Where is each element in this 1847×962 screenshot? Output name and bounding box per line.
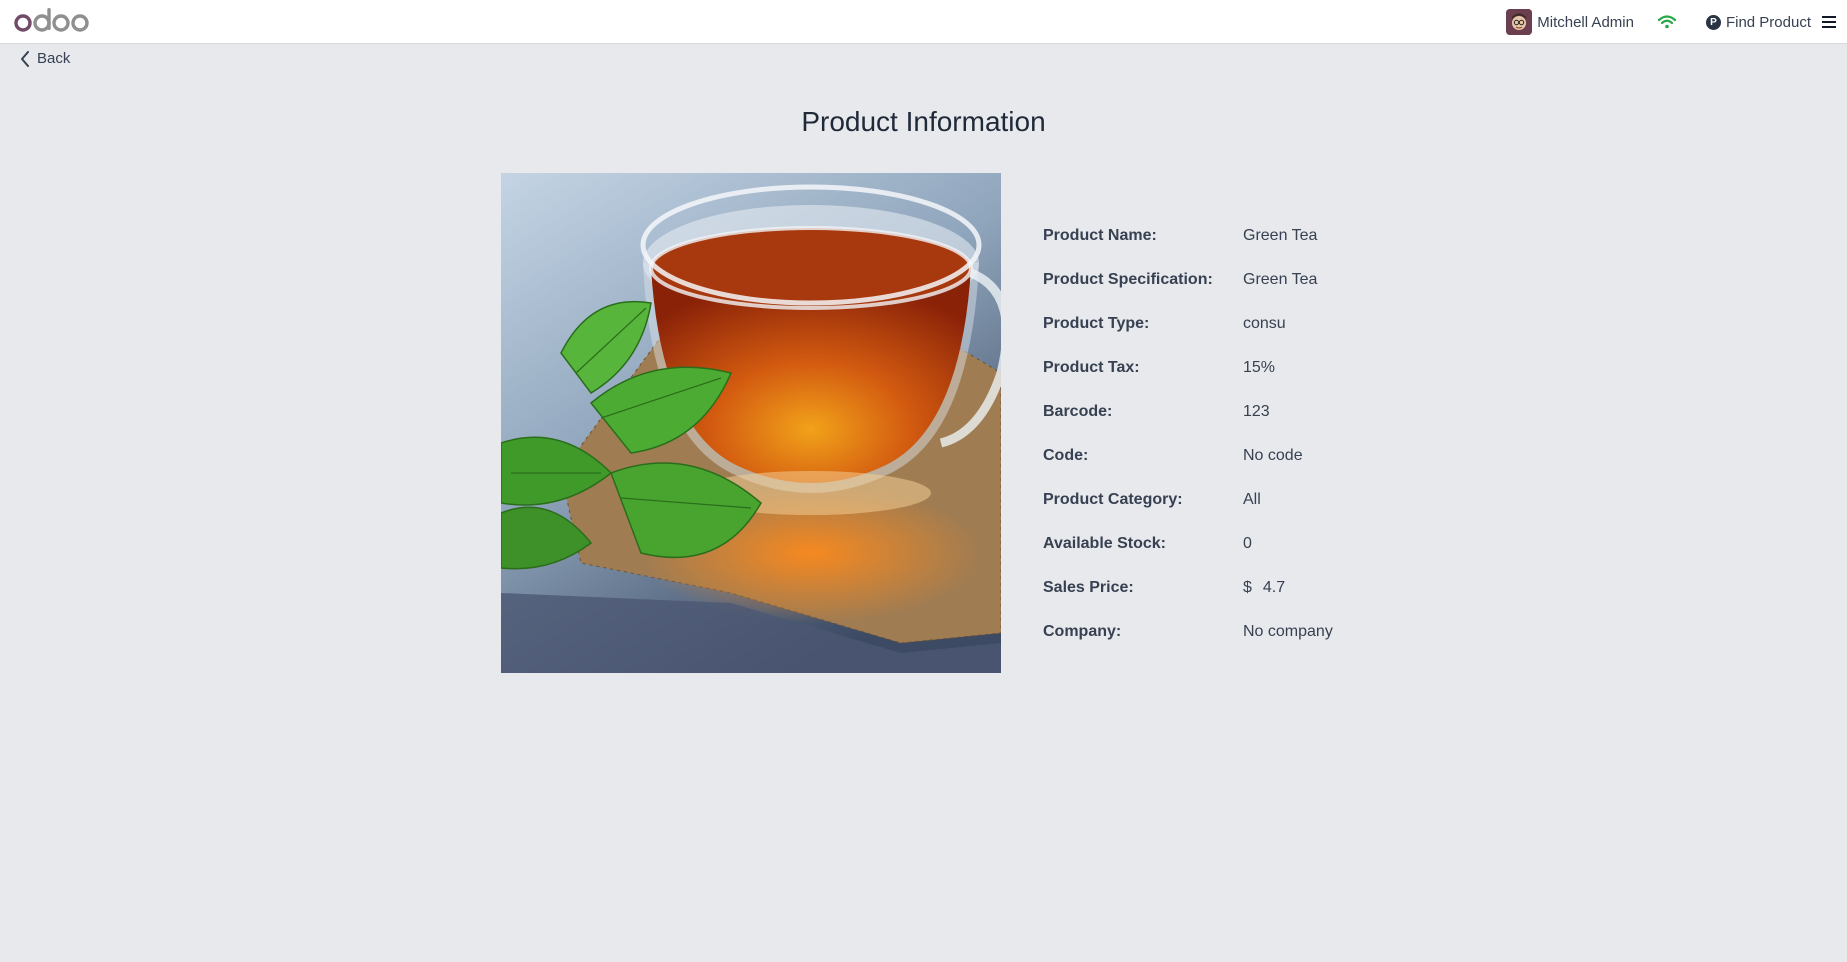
field-value: consu [1243,315,1286,332]
field-label: Barcode: [1043,403,1113,420]
field-row-product-tax: Product Tax: 15% [1043,346,1333,390]
field-row-product-type: Product Type: consu [1043,302,1333,346]
find-product-icon: P [1705,14,1721,30]
navbar-right: Mitchell Admin P Find Product [1506,0,1847,44]
field-row-barcode: Barcode: 123 [1043,390,1333,434]
field-value: $4.7 [1243,579,1285,597]
odoo-logo-icon [14,8,89,32]
field-value: No code [1243,447,1303,464]
field-value: All [1243,491,1261,508]
field-value: No company [1243,623,1333,640]
field-row-sales-price: Sales Price: $4.7 [1043,566,1333,610]
page-title: Product Information [801,106,1046,137]
field-value: Green Tea [1243,227,1318,244]
green-tea-image [501,173,1001,673]
field-value: 123 [1243,403,1270,420]
field-row-product-category: Product Category: All [1043,478,1333,522]
field-row-product-specification: Product Specification: Green Tea [1043,258,1333,302]
field-label: Product Name: [1043,227,1157,244]
field-value: Green Tea [1243,271,1318,288]
odoo-logo[interactable] [14,6,90,36]
field-label: Code: [1043,447,1089,464]
chevron-left-icon [21,50,29,67]
field-row-product-name: Product Name: Green Tea [1043,214,1333,258]
field-label: Product Type: [1043,315,1150,332]
field-value: 15% [1243,359,1276,376]
user-avatar [1506,9,1533,35]
user-menu[interactable]: Mitchell Admin [1506,9,1634,35]
field-label: Product Tax: [1043,359,1140,376]
field-row-code: Code: No code [1043,434,1333,478]
product-image [501,173,1001,673]
field-label: Product Specification: [1043,271,1213,288]
find-product-button[interactable]: P Find Product [1705,13,1811,31]
field-label: Product Category: [1043,491,1183,508]
user-name: Mitchell Admin [1537,13,1634,31]
back-label: Back [37,50,71,67]
field-label: Available Stock: [1043,535,1167,552]
wifi-icon[interactable] [1657,15,1676,29]
field-value: 0 [1243,535,1252,552]
price-amount: 4.7 [1262,579,1286,596]
currency-symbol: $ [1243,579,1252,596]
product-info: Product Name: Green Tea Product Specific… [1043,214,1333,654]
menu-icon[interactable] [1821,13,1837,29]
back-button[interactable]: Back [20,50,70,67]
field-label: Sales Price: [1043,579,1134,596]
field-row-available-stock: Available Stock: 0 [1043,522,1333,566]
find-product-label: Find Product [1725,13,1811,31]
field-label: Company: [1043,623,1122,640]
top-navbar: Mitchell Admin P Find Product [0,0,1847,44]
field-row-company: Company: No company [1043,610,1333,654]
